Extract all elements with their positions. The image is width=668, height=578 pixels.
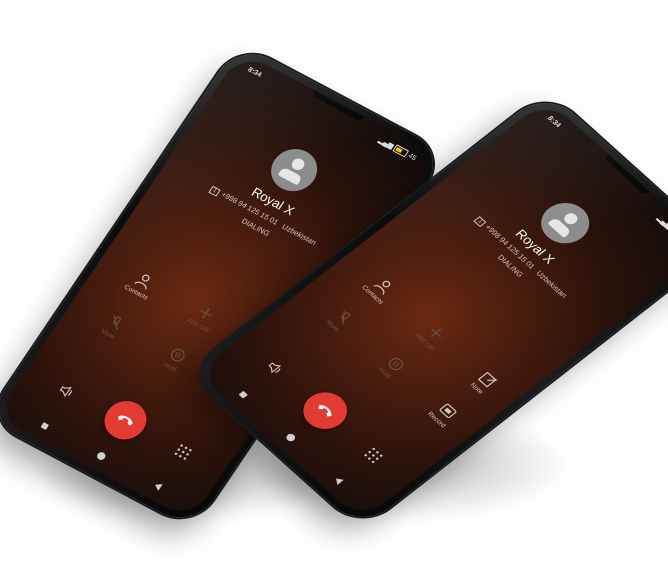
add-call-button[interactable]: Add call <box>169 293 237 343</box>
recents-icon[interactable] <box>40 422 50 430</box>
signal-icon: ▂▄▆ <box>655 215 668 231</box>
add-call-button[interactable]: Add call <box>399 308 464 364</box>
product-mockup-scene: 8:34 ▂▄▆ 45 Royal X 1 +998 94 125 15 01Uz… <box>0 0 668 578</box>
home-icon[interactable] <box>284 432 297 443</box>
sim-card-icon: 1 <box>473 216 487 228</box>
hang-up-icon <box>118 415 133 426</box>
home-icon[interactable] <box>95 450 108 462</box>
hang-up-icon <box>318 405 332 417</box>
status-icons: ▂▄▆ 45 <box>655 215 668 248</box>
battery-percent: 45 <box>406 152 418 163</box>
signal-icon: ▂▄▆ <box>376 136 395 151</box>
back-icon[interactable] <box>152 481 163 491</box>
contacts-button[interactable]: Contacts <box>107 260 175 310</box>
mute-button[interactable]: Mute <box>79 302 147 352</box>
end-call-button[interactable] <box>294 384 357 437</box>
end-call-button[interactable] <box>96 394 155 447</box>
recents-icon[interactable] <box>238 390 248 399</box>
record-button[interactable]: Record <box>411 386 476 442</box>
status-bar: 8:34 ▂▄▆ 45 <box>245 66 418 164</box>
speaker-icon[interactable] <box>55 381 78 402</box>
sim-card-icon: 1 <box>208 185 221 197</box>
hold-button[interactable]: Hold <box>359 339 424 395</box>
contact-avatar-icon <box>262 141 326 199</box>
dialpad-icon[interactable] <box>173 443 193 461</box>
dialpad-icon[interactable] <box>363 446 385 464</box>
contacts-button[interactable]: Contacts <box>347 261 412 317</box>
status-time: 8:34 <box>545 115 562 129</box>
note-button[interactable]: Note <box>451 355 516 411</box>
speaker-icon[interactable] <box>263 358 288 379</box>
back-icon[interactable] <box>332 475 344 485</box>
mute-button[interactable]: Mute <box>307 292 372 348</box>
status-time: 8:34 <box>246 66 263 79</box>
contact-name: Royal X <box>512 226 559 267</box>
contact-number-line: 1+998 94 125 15 01Uzbekistan <box>435 180 608 335</box>
